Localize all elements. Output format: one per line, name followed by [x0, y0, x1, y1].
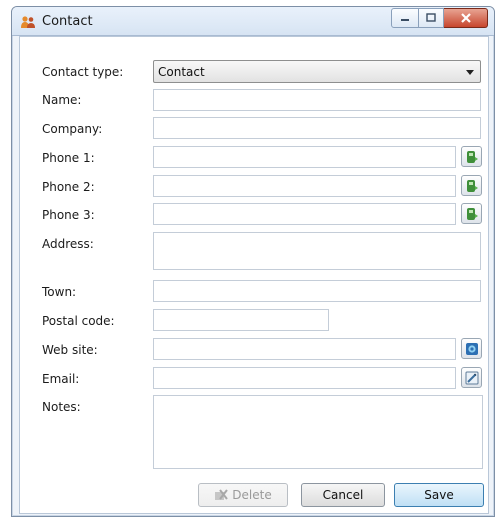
maximize-button[interactable] — [419, 8, 444, 28]
web-site-label: Web site: — [42, 343, 98, 357]
maximize-icon — [426, 13, 436, 22]
minimize-icon — [401, 19, 409, 21]
close-icon — [460, 13, 471, 23]
phone3-field[interactable] — [153, 203, 456, 225]
contact-type-value: Contact — [158, 65, 205, 79]
form-area: Contact type: Contact Name: Company: Pho… — [19, 36, 489, 514]
town-field[interactable] — [153, 280, 481, 302]
cancel-button[interactable]: Cancel — [301, 483, 385, 507]
phone-call-icon — [466, 150, 478, 163]
address-label: Address: — [42, 237, 94, 251]
delete-x-icon — [215, 489, 229, 500]
contact-type-label: Contact type: — [42, 65, 124, 79]
phone2-field[interactable] — [153, 175, 456, 197]
send-email-button[interactable] — [461, 367, 482, 388]
phone1-field[interactable] — [153, 146, 456, 168]
delete-button[interactable]: Delete — [198, 483, 288, 507]
phone3-call-button[interactable] — [461, 203, 482, 224]
phone2-call-button[interactable] — [461, 175, 482, 196]
cancel-label: Cancel — [322, 488, 364, 502]
name-field[interactable] — [153, 89, 481, 111]
address-field[interactable] — [153, 232, 481, 270]
window-controls — [391, 8, 488, 28]
postal-code-field[interactable] — [153, 309, 329, 331]
compose-email-icon — [465, 371, 478, 384]
chevron-down-icon — [466, 70, 474, 75]
contact-people-icon — [21, 16, 35, 28]
phone-call-icon — [466, 179, 478, 192]
delete-label: Delete — [232, 488, 272, 502]
notes-field[interactable] — [153, 395, 483, 469]
phone2-label: Phone 2: — [42, 180, 95, 194]
phone-call-icon — [466, 207, 478, 220]
phone1-call-button[interactable] — [461, 146, 482, 167]
notes-label: Notes: — [42, 400, 81, 414]
phone1-label: Phone 1: — [42, 151, 95, 165]
email-field[interactable] — [153, 367, 456, 389]
company-field[interactable] — [153, 117, 481, 139]
save-label: Save — [424, 488, 454, 502]
window-title: Contact — [42, 14, 93, 29]
open-web-site-button[interactable] — [461, 338, 482, 359]
title-bar[interactable]: Contact — [12, 7, 494, 36]
phone3-label: Phone 3: — [42, 208, 95, 222]
save-button[interactable]: Save — [394, 483, 484, 507]
postal-code-label: Postal code: — [42, 314, 115, 328]
web-site-field[interactable] — [153, 338, 456, 360]
town-label: Town: — [42, 285, 77, 299]
contact-type-select[interactable]: Contact — [153, 60, 481, 83]
globe-icon — [465, 342, 478, 355]
close-button[interactable] — [444, 8, 488, 28]
company-label: Company: — [42, 122, 103, 136]
minimize-button[interactable] — [391, 8, 419, 28]
email-label: Email: — [42, 372, 80, 386]
contact-window: Contact Contact type: Contact Name: Comp… — [11, 6, 495, 517]
name-label: Name: — [42, 93, 82, 107]
